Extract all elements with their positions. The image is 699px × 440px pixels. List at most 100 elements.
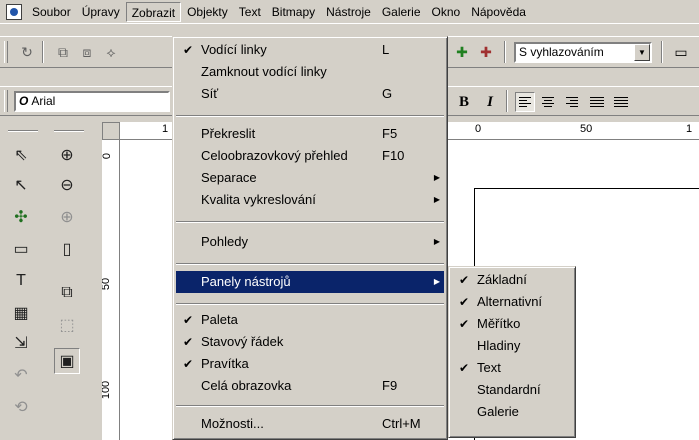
- zoom-selection-icon[interactable]: ⧉: [54, 280, 80, 306]
- remove-node-icon[interactable]: ✚: [475, 41, 497, 63]
- toolbox-primary: ⇖ ↖ ✣ ▭ T ▦ ⇲ ↶ ⟲: [2, 122, 44, 440]
- submenu-item-hladiny[interactable]: Hladiny: [452, 335, 572, 357]
- submenu-item-standardni[interactable]: Standardní: [452, 379, 572, 401]
- check-icon: ✔: [458, 295, 470, 309]
- menu-item-stavovy-radek[interactable]: ✔ Stavový řádek: [176, 331, 444, 353]
- menu-separator: [176, 263, 444, 265]
- undo-icon[interactable]: ↶: [8, 362, 34, 388]
- menu-item-moznosti[interactable]: Možnosti... Ctrl+M: [176, 413, 444, 435]
- ruler-v-label: 50: [102, 277, 113, 291]
- zoom-in-icon[interactable]: ⊕: [54, 142, 80, 168]
- toolbar-grip[interactable]: [4, 41, 8, 63]
- menu-nastroje[interactable]: Nástroje: [321, 2, 376, 22]
- vertical-ruler[interactable]: 0 50 100: [102, 140, 120, 440]
- shape-tool-icon[interactable]: ↖: [8, 172, 34, 198]
- menu-item-panely-nastroju[interactable]: Panely nástrojů ▶: [176, 271, 444, 293]
- text-tool-icon[interactable]: T: [8, 268, 34, 294]
- bold-button[interactable]: B: [453, 91, 475, 113]
- check-icon: ✔: [458, 273, 470, 287]
- italic-button[interactable]: I: [479, 91, 501, 113]
- ruler-h-label: 1: [162, 123, 169, 135]
- zoom-fit-icon[interactable]: ⊕: [54, 204, 80, 230]
- submenu-item-galerie[interactable]: Galerie: [452, 401, 572, 423]
- check-icon: ✔: [182, 335, 194, 349]
- chevron-down-icon[interactable]: ▼: [634, 44, 650, 61]
- menu-soubor[interactable]: Soubor: [27, 2, 76, 22]
- menu-item-kvalita[interactable]: Kvalita vykreslování ▶: [176, 189, 444, 211]
- toolbox-grip[interactable]: [54, 130, 84, 132]
- node-tool-icon[interactable]: ✣: [8, 204, 34, 230]
- zoom-out-icon[interactable]: ⊖: [54, 172, 80, 198]
- font-value: Arial: [31, 94, 56, 108]
- toolbox-secondary: ⊕ ⊖ ⊕ ▯ ⧉ ⬚ ▣: [48, 122, 90, 440]
- toolbar-separator: [504, 41, 506, 63]
- align-left-button[interactable]: [515, 92, 535, 112]
- antialias-select[interactable]: S vyhlazováním ▼: [514, 42, 652, 63]
- check-icon: ✔: [182, 313, 194, 327]
- zoom-frame-icon[interactable]: ⬚: [54, 312, 80, 338]
- submenu-arrow-icon: ▶: [433, 277, 440, 286]
- menu-item-pohledy[interactable]: Pohledy ▶: [176, 231, 444, 253]
- submenu-item-alternativni[interactable]: ✔ Alternativní: [452, 291, 572, 313]
- table-tool-icon[interactable]: ▦: [8, 300, 34, 326]
- group-icon[interactable]: ⧈: [76, 41, 98, 63]
- submenu-item-zakladni[interactable]: ✔ Základní: [452, 269, 572, 291]
- add-node-icon[interactable]: ✚: [451, 41, 473, 63]
- submenu-item-text[interactable]: ✔ Text: [452, 357, 572, 379]
- font-prefix-icon: O: [19, 94, 29, 108]
- submenu-item-meritko[interactable]: ✔ Měřítko: [452, 313, 572, 335]
- menu-text[interactable]: Text: [234, 2, 266, 22]
- history-icon[interactable]: ⟲: [8, 394, 34, 420]
- ruler-h-label: 50: [580, 123, 593, 135]
- submenu-arrow-icon: ▶: [433, 195, 440, 204]
- menu-item-celoobrazovkovy[interactable]: Celoobrazovkový přehled F10: [176, 145, 444, 167]
- import-tool-icon[interactable]: ⇲: [8, 330, 34, 356]
- ruler-origin[interactable]: [102, 122, 120, 140]
- ruler-h-label: 0: [475, 123, 482, 135]
- combine-icon[interactable]: ⧉: [52, 41, 74, 63]
- align-center-button[interactable]: [539, 92, 559, 112]
- menu-okno[interactable]: Okno: [427, 2, 466, 22]
- menu-bar: Soubor Úpravy Zobrazit Objekty Text Bitm…: [0, 0, 699, 24]
- align-full-button[interactable]: [611, 92, 631, 112]
- menu-item-prekreslit[interactable]: Překreslit F5: [176, 123, 444, 145]
- font-select[interactable]: O Arial: [14, 91, 170, 112]
- toolbox-grip[interactable]: [8, 130, 38, 132]
- menu-item-cela-obrazovka[interactable]: Celá obrazovka F9: [176, 375, 444, 397]
- menu-item-sit[interactable]: Síť G: [176, 83, 444, 105]
- menu-bitmapy[interactable]: Bitmapy: [267, 2, 320, 22]
- check-icon: ✔: [458, 361, 470, 375]
- ruler-v-label: 0: [102, 152, 114, 160]
- check-icon: ✔: [182, 43, 194, 57]
- menu-item-vodici-linky[interactable]: ✔ Vodící linky L: [176, 39, 444, 61]
- menu-separator: [176, 405, 444, 407]
- menu-item-pravitka[interactable]: ✔ Pravítka: [176, 353, 444, 375]
- menu-objekty[interactable]: Objekty: [182, 2, 233, 22]
- full-page-icon[interactable]: ▣: [54, 348, 80, 374]
- menu-item-paleta[interactable]: ✔ Paleta: [176, 309, 444, 331]
- menu-item-separace[interactable]: Separace ▶: [176, 167, 444, 189]
- app-icon[interactable]: [6, 3, 22, 20]
- toolbar-separator: [506, 90, 508, 112]
- antialias-value: S vyhlazováním: [519, 45, 604, 59]
- menu-napoveda[interactable]: Nápověda: [466, 2, 531, 22]
- menu-galerie[interactable]: Galerie: [377, 2, 426, 22]
- submenu-arrow-icon: ▶: [433, 237, 440, 246]
- transform-icon[interactable]: ⟡: [100, 41, 122, 63]
- menu-separator: [176, 303, 444, 305]
- check-icon: ✔: [458, 317, 470, 331]
- align-right-button[interactable]: [563, 92, 583, 112]
- menu-zobrazit[interactable]: Zobrazit: [125, 1, 182, 22]
- pointer-icon[interactable]: ⇖: [8, 142, 34, 168]
- toolbar-separator: [42, 41, 44, 63]
- monitor-icon[interactable]: ▭: [670, 41, 692, 63]
- redo-icon[interactable]: ↻: [16, 41, 38, 63]
- check-icon: ✔: [182, 357, 194, 371]
- align-justify-button[interactable]: [587, 92, 607, 112]
- menu-upravy[interactable]: Úpravy: [77, 2, 125, 22]
- rectangle-tool-icon[interactable]: ▭: [8, 236, 34, 262]
- toolbar-grip[interactable]: [4, 90, 8, 112]
- zobrazit-menu: ✔ Vodící linky L Zamknout vodící linky Síť…: [172, 36, 448, 440]
- page-icon[interactable]: ▯: [54, 236, 80, 262]
- menu-item-zamknout[interactable]: Zamknout vodící linky: [176, 61, 444, 83]
